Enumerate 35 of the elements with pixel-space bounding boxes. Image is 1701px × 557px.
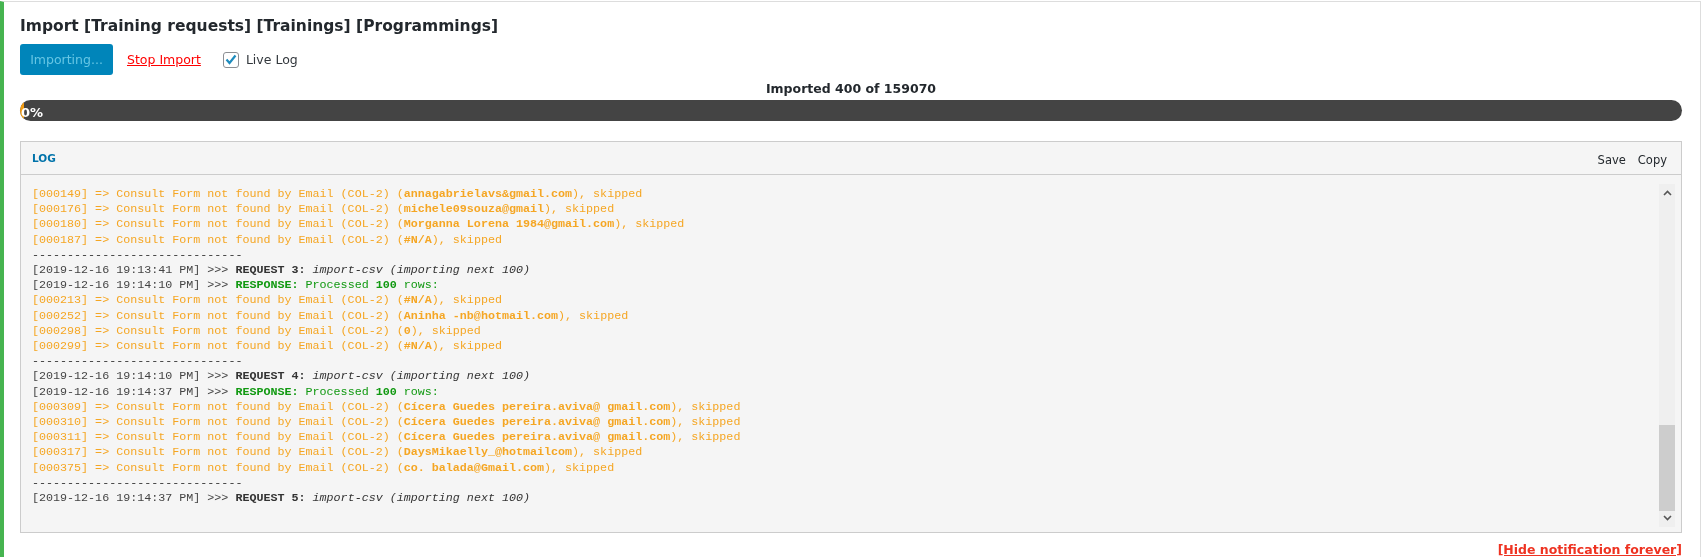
log-title: LOG (32, 152, 56, 164)
log-request: [2019-12-16 19:14:10 PM] >>> REQUEST 4: import-csv (importing next 100) (32, 369, 531, 385)
checkmark-icon (224, 54, 237, 65)
log-entry: [000311] => Consult Form not found by Email (COL-2) (Cícera Guedes pereira.aviva@ gmail.com), skipped (32, 430, 742, 446)
import-count: Imported 400 of 159070 (764, 81, 938, 96)
log-separator: ------------------------------ (32, 247, 244, 263)
scrollbar[interactable] (1659, 184, 1675, 527)
log-entry: [000149] => Consult Form not found by Email (COL-2) (annagabrielavs&gmail.com), skipped (32, 187, 644, 203)
log-entry: [000187] => Consult Form not found by Email (COL-2) (#N/A), skipped (32, 232, 503, 248)
hide-notification-link[interactable]: [Hide notification forever] (1497, 542, 1682, 557)
log-response: [2019-12-16 19:14:37 PM] >>> RESPONSE: Processed 100 rows: (32, 384, 440, 400)
log-response: [2019-12-16 19:14:10 PM] >>> RESPONSE: Processed 100 rows: (32, 278, 440, 294)
log-entry: [000299] => Consult Form not found by Email (COL-2) (#N/A), skipped (32, 339, 503, 355)
log-entry: [000310] => Consult Form not found by Email (COL-2) (Cícera Guedes pereira.aviva@ gmail.com), skipped (32, 415, 742, 431)
log-action-link[interactable]: Copy (1637, 152, 1667, 167)
log-entry: [000213] => Consult Form not found by Email (COL-2) (#N/A), skipped (32, 293, 503, 309)
log-entry: [000252] => Consult Form not found by Email (COL-2) (Aninha -nb@hotmail.com), skipped (32, 308, 630, 324)
log-entry: [000176] => Consult Form not found by Email (COL-2) (michele09souza@gmail), skipped (32, 202, 616, 218)
scroll-up-icon[interactable] (1662, 190, 1672, 196)
log-request: [2019-12-16 19:13:41 PM] >>> REQUEST 3: import-csv (importing next 100) (32, 263, 531, 279)
log-separator: ------------------------------ (32, 354, 244, 370)
log-request: [2019-12-16 19:14:37 PM] >>> REQUEST 5: import-csv (importing next 100) (32, 491, 531, 507)
stop-import-link[interactable]: Stop Import (127, 52, 201, 67)
log-entry: [000298] => Consult Form not found by Email (COL-2) (0), skipped (32, 323, 482, 340)
scroll-down-icon[interactable] (1662, 515, 1672, 521)
import-title: Import [Training requests] [Trainings] [Programmings] (20, 17, 500, 35)
log-entry: [000317] => Consult Form not found by Email (COL-2) (DaysMikaelly_@hotmailcom), skipped (32, 445, 644, 461)
log-action-link[interactable]: Save (1597, 152, 1626, 167)
log-entry: [000309] => Consult Form not found by Email (COL-2) (Cícera Guedes pereira.aviva@ gmail.com), skipped (32, 399, 742, 416)
live-log-label: Live Log (245, 52, 298, 67)
log-entry: [000180] => Consult Form not found by Email (COL-2) (Morganna Lorena 1984@gmail.com), skipped (32, 217, 686, 233)
log-separator: ------------------------------ (32, 475, 244, 492)
scrollbar-thumb[interactable] (1659, 425, 1675, 511)
live-log-checkbox[interactable] (222, 51, 239, 68)
log-entry: [000375] => Consult Form not found by Email (COL-2) (co. balada@Gmail.com), skipped (32, 460, 616, 476)
